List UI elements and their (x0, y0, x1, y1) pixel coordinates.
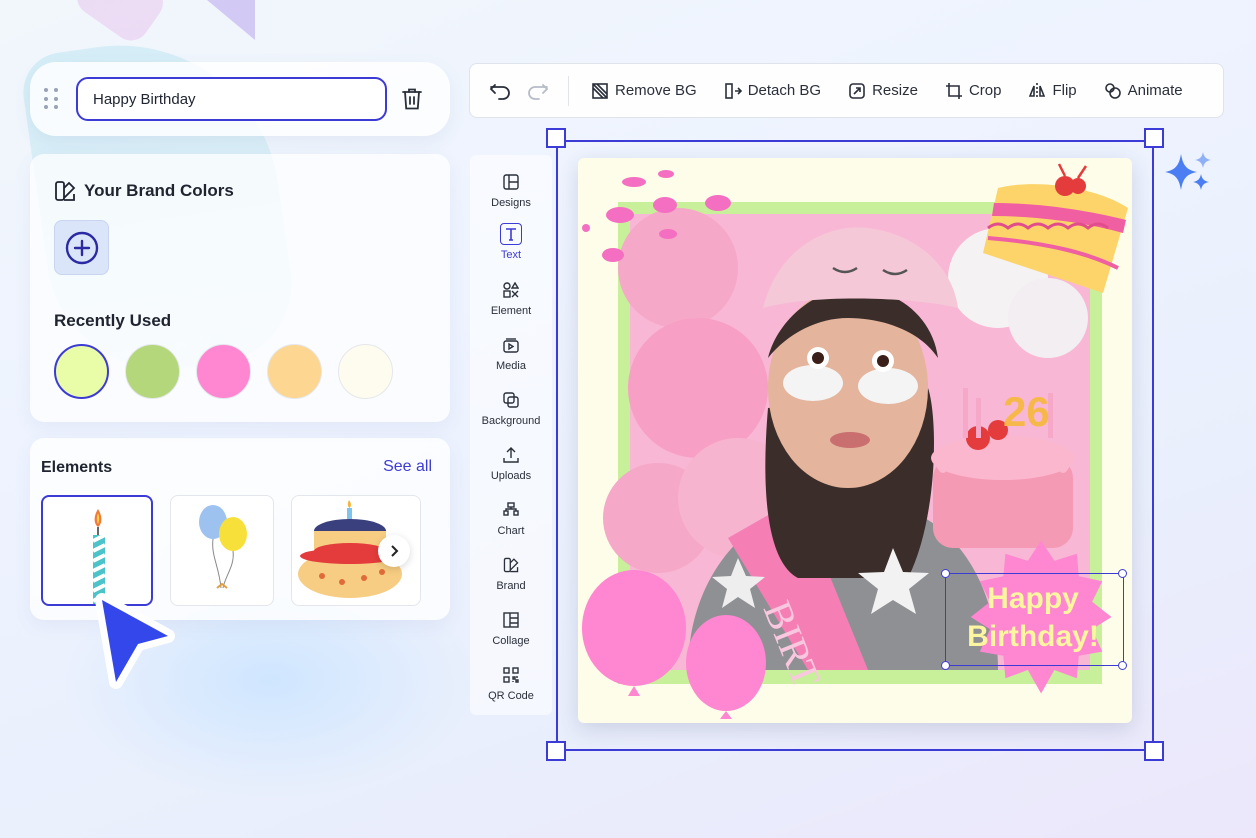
text-handle-top-right[interactable] (1118, 569, 1127, 578)
detach-bg-button[interactable]: Detach BG (724, 82, 821, 100)
qr-icon (503, 667, 519, 683)
nav-designs[interactable]: Designs (470, 171, 552, 209)
undo-button[interactable] (488, 79, 512, 103)
remove-bg-label: Remove BG (615, 82, 697, 99)
nav-label: Element (490, 305, 532, 317)
nav-background[interactable]: Background (470, 389, 552, 427)
see-all-link[interactable]: See all (383, 458, 432, 476)
undo-icon (489, 83, 510, 100)
background-icon (503, 392, 519, 408)
upload-icon (503, 447, 519, 463)
nav-text[interactable]: Text (470, 223, 552, 261)
color-swatch[interactable] (196, 344, 251, 399)
resize-handle-bottom-right[interactable] (1144, 741, 1164, 761)
redo-icon (528, 83, 549, 100)
recent-colors (54, 344, 393, 399)
sparkle-icon (1165, 152, 1211, 190)
nav-label: Designs (491, 197, 531, 209)
brand-icon (503, 557, 519, 573)
collage-icon (503, 612, 519, 628)
next-elements-button[interactable] (378, 535, 410, 567)
crop-button[interactable]: Crop (945, 82, 1002, 100)
text-handle-bottom-left[interactable] (941, 661, 950, 670)
element-card-balloons[interactable] (170, 495, 274, 606)
title-panel (30, 62, 450, 136)
redo-button[interactable] (526, 79, 550, 103)
resize-button[interactable]: Resize (848, 82, 918, 100)
flip-label: Flip (1052, 82, 1077, 99)
nav-label: Text (500, 249, 522, 261)
layout-icon (503, 174, 519, 190)
text-handle-bottom-right[interactable] (1118, 661, 1127, 670)
nav-collage[interactable]: Collage (470, 609, 552, 647)
add-brand-color-button[interactable] (54, 220, 109, 275)
resize-handle-top-right[interactable] (1144, 128, 1164, 148)
nav-element[interactable]: Element (470, 279, 552, 317)
nav-label: Media (496, 360, 526, 372)
drag-handle-icon[interactable] (44, 88, 60, 110)
decor-blob (195, 0, 255, 40)
crop-label: Crop (968, 82, 1002, 99)
color-swatch[interactable] (338, 344, 393, 399)
remove-bg-icon (592, 82, 608, 99)
color-swatch[interactable] (267, 344, 322, 399)
cake-number: 26 (1003, 388, 1050, 435)
recently-used-title: Recently Used (54, 311, 172, 330)
trash-icon[interactable] (401, 87, 423, 111)
text-selection-box[interactable] (945, 573, 1124, 666)
remove-bg-button[interactable]: Remove BG (591, 82, 697, 100)
resize-handle-bottom-left[interactable] (546, 741, 566, 761)
chart-icon (503, 502, 519, 516)
decor-blob (70, 0, 170, 48)
toolbar-divider (568, 75, 569, 106)
nav-label: QR Code (488, 690, 534, 702)
pointer-cursor-icon (95, 593, 175, 689)
crop-icon (945, 82, 962, 99)
flip-button[interactable]: Flip (1028, 82, 1077, 100)
element-card-candle[interactable] (41, 495, 153, 606)
side-navigation: Designs Text Element Media Background Up… (470, 155, 552, 715)
resize-label: Resize (872, 82, 918, 99)
brand-icon (55, 181, 76, 201)
nav-brand[interactable]: Brand (470, 554, 552, 592)
media-icon (503, 338, 519, 353)
detach-bg-label: Detach BG (747, 82, 822, 99)
nav-chart[interactable]: Chart (470, 499, 552, 537)
elements-title: Elements (41, 459, 113, 476)
nav-uploads[interactable]: Uploads (470, 444, 552, 482)
resize-handle-top-left[interactable] (546, 128, 566, 148)
brand-colors-panel: Your Brand Colors Recently Used (30, 154, 450, 422)
nav-qr-code[interactable]: QR Code (470, 664, 552, 702)
text-handle-top-left[interactable] (941, 569, 950, 578)
animate-icon (1104, 82, 1121, 99)
resize-icon (849, 82, 865, 99)
balloons-icon (199, 505, 247, 589)
editor-toolbar: Remove BG Detach BG Resize Crop Flip Ani… (469, 63, 1224, 118)
candle-icon (92, 509, 106, 604)
plus-circle-icon (65, 231, 98, 264)
animate-label: Animate (1127, 82, 1183, 99)
nav-label: Uploads (490, 470, 532, 482)
flip-icon (1029, 82, 1046, 99)
nav-media[interactable]: Media (470, 334, 552, 372)
brand-colors-heading: Your Brand Colors (54, 180, 234, 202)
shapes-icon (503, 282, 519, 298)
nav-label: Chart (497, 525, 525, 537)
design-title-input[interactable] (76, 77, 387, 121)
detach-bg-icon (724, 82, 742, 99)
text-icon (506, 228, 516, 241)
chevron-right-icon (391, 545, 399, 557)
nav-label: Collage (492, 635, 530, 647)
color-swatch[interactable] (54, 344, 109, 399)
color-swatch[interactable] (125, 344, 180, 399)
nav-label: Background (481, 415, 541, 427)
animate-button[interactable]: Animate (1104, 82, 1183, 100)
brand-colors-title: Your Brand Colors (84, 181, 234, 200)
nav-label: Brand (496, 580, 526, 592)
